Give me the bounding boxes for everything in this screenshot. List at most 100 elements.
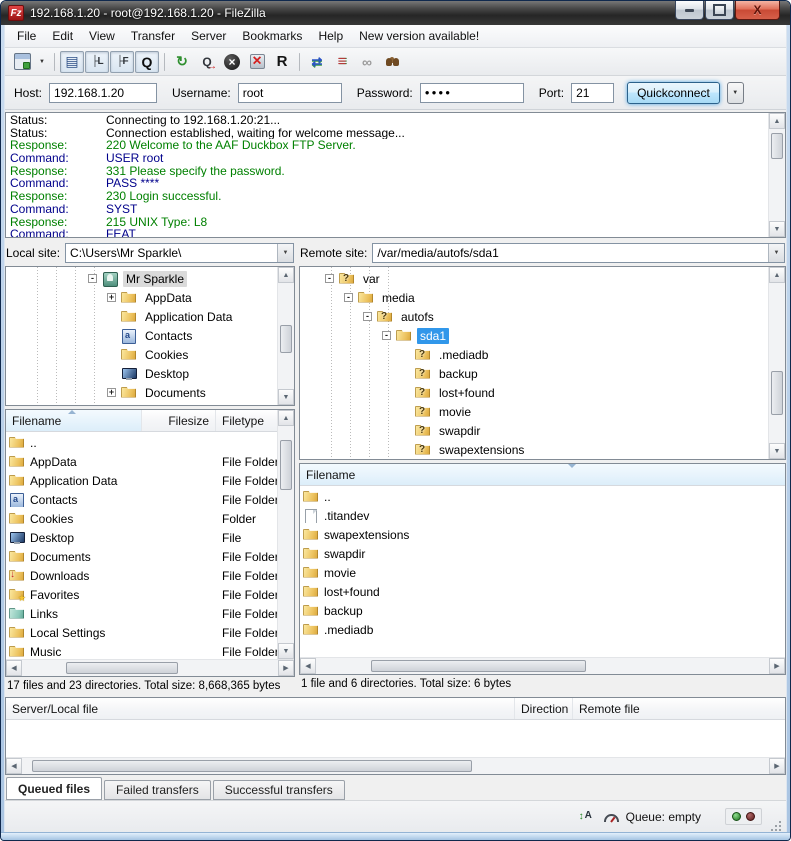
local-site-combo[interactable]: C:\Users\Mr Sparkle\ ▼ (65, 243, 294, 263)
scroll-up-icon[interactable]: ▲ (278, 267, 294, 283)
file-row[interactable]: Application Data File Folder (6, 471, 277, 490)
scroll-down-icon[interactable]: ▼ (769, 443, 785, 459)
column-header-filename[interactable]: Filename (6, 410, 142, 431)
tree-expander-icon[interactable] (107, 293, 116, 302)
minimize-button[interactable] (675, 1, 704, 20)
scroll-right-icon[interactable]: ▶ (769, 658, 785, 674)
chevron-down-icon[interactable]: ▼ (277, 244, 293, 262)
tree-row[interactable]: swapdir (300, 421, 768, 440)
file-row[interactable]: backup (300, 601, 785, 620)
file-row[interactable]: Contacts File Folder (6, 490, 277, 509)
menu-item[interactable]: Server (183, 26, 234, 46)
close-button[interactable] (735, 1, 780, 20)
refresh-icon[interactable] (170, 51, 194, 73)
toolbar-separator[interactable] (54, 53, 55, 71)
menu-item[interactable]: Edit (44, 26, 81, 46)
filter-icon[interactable] (330, 51, 354, 73)
tree-row[interactable]: .mediadb (300, 345, 768, 364)
tree-expander-icon[interactable] (107, 388, 116, 397)
reconnect-icon[interactable] (270, 51, 294, 73)
password-input[interactable] (420, 83, 524, 103)
toggle-local-tree-icon[interactable] (85, 51, 109, 73)
synchronized-browsing-icon[interactable] (355, 51, 379, 73)
file-row[interactable]: Downloads File Folder (6, 566, 277, 585)
file-row[interactable]: Links File Folder (6, 604, 277, 623)
tree-row[interactable]: AppData (6, 288, 277, 307)
tree-row[interactable]: Documents (6, 383, 277, 402)
file-row[interactable]: Favorites File Folder (6, 585, 277, 604)
host-input[interactable] (49, 83, 157, 103)
toggle-remote-tree-icon[interactable] (110, 51, 134, 73)
menu-item[interactable]: New version available! (351, 26, 487, 46)
column-header-remote-file[interactable]: Remote file (573, 698, 785, 719)
resize-grip[interactable] (770, 820, 782, 832)
tree-row[interactable]: Downloads (6, 402, 277, 405)
tree-row[interactable]: Mr Sparkle (6, 269, 277, 288)
tree-row[interactable]: var (300, 269, 768, 288)
titlebar[interactable]: Fz 192.168.1.20 - root@192.168.1.20 - Fi… (1, 1, 790, 25)
tree-expander-icon[interactable] (88, 274, 97, 283)
speed-limits-icon[interactable] (603, 811, 618, 823)
remote-site-combo[interactable]: /var/media/autofs/sda1 ▼ (372, 243, 785, 263)
tree-row[interactable]: Desktop (6, 364, 277, 383)
column-header-direction[interactable]: Direction (515, 698, 573, 719)
toggle-message-log-icon[interactable] (60, 51, 84, 73)
queue-tab[interactable]: Failed transfers (104, 780, 211, 800)
scrollbar-thumb[interactable] (771, 133, 783, 159)
file-row[interactable]: Desktop File (6, 528, 277, 547)
file-row[interactable]: swapdir (300, 544, 785, 563)
tree-row[interactable]: backup (300, 364, 768, 383)
scroll-down-icon[interactable]: ▼ (769, 221, 785, 237)
queue-tab[interactable]: Successful transfers (213, 780, 345, 800)
tree-expander-icon[interactable] (382, 331, 391, 340)
remote-list-hscrollbar[interactable]: ◀ ▶ (300, 657, 785, 674)
scroll-right-icon[interactable]: ▶ (769, 758, 785, 774)
tree-row[interactable]: sda1 (300, 326, 768, 345)
scrollbar-thumb[interactable] (32, 760, 472, 772)
file-row[interactable]: .. (300, 487, 785, 506)
tree-row[interactable]: Cookies (6, 345, 277, 364)
file-row[interactable]: .. (6, 433, 277, 452)
scrollbar-thumb[interactable] (771, 371, 783, 415)
tree-row[interactable]: lost+found (300, 383, 768, 402)
username-input[interactable] (238, 83, 342, 103)
local-tree-scrollbar[interactable]: ▲ ▼ (277, 267, 294, 405)
file-row[interactable]: swapextensions (300, 525, 785, 544)
local-list-scrollbar[interactable]: ▲ ▼ (277, 410, 294, 659)
search-icon[interactable] (380, 51, 404, 73)
scrollbar-thumb[interactable] (66, 662, 178, 674)
tree-expander-icon[interactable] (344, 293, 353, 302)
scroll-up-icon[interactable]: ▲ (278, 410, 294, 426)
toolbar-separator[interactable] (164, 53, 165, 71)
file-row[interactable]: AppData File Folder (6, 452, 277, 471)
scrollbar-thumb[interactable] (280, 440, 292, 490)
directory-comparison-icon[interactable] (305, 51, 329, 73)
column-header-filename[interactable]: Filename (300, 464, 785, 485)
queue-tab[interactable]: Queued files (6, 777, 102, 800)
scroll-left-icon[interactable]: ◀ (300, 658, 316, 674)
transfer-type-icon[interactable] (579, 810, 595, 824)
file-row[interactable]: Music File Folder (6, 642, 277, 659)
local-list-hscrollbar[interactable]: ◀ ▶ (6, 659, 294, 676)
scroll-right-icon[interactable]: ▶ (278, 660, 294, 676)
column-header-server-local-file[interactable]: Server/Local file (6, 698, 515, 719)
scrollbar-thumb[interactable] (280, 325, 292, 353)
site-manager-icon[interactable] (10, 51, 34, 73)
log-scrollbar[interactable]: ▲ ▼ (768, 113, 785, 237)
site-manager-dropdown[interactable] (35, 51, 49, 73)
column-header-filesize[interactable]: Filesize (142, 410, 216, 431)
menu-item[interactable]: File (9, 26, 44, 46)
file-row[interactable]: lost+found (300, 582, 785, 601)
file-row[interactable]: Local Settings File Folder (6, 623, 277, 642)
tree-expander-icon[interactable] (363, 312, 372, 321)
chevron-down-icon[interactable]: ▼ (768, 244, 784, 262)
file-row[interactable]: movie (300, 563, 785, 582)
process-queue-icon[interactable] (195, 51, 219, 73)
column-header-filetype[interactable]: Filetype (216, 410, 277, 431)
file-row[interactable]: Documents File Folder (6, 547, 277, 566)
scroll-left-icon[interactable]: ◀ (6, 758, 22, 774)
menu-item[interactable]: Help (310, 26, 351, 46)
tree-row[interactable]: media (300, 288, 768, 307)
tree-row[interactable]: autofs (300, 307, 768, 326)
file-row[interactable]: .titandev (300, 506, 785, 525)
